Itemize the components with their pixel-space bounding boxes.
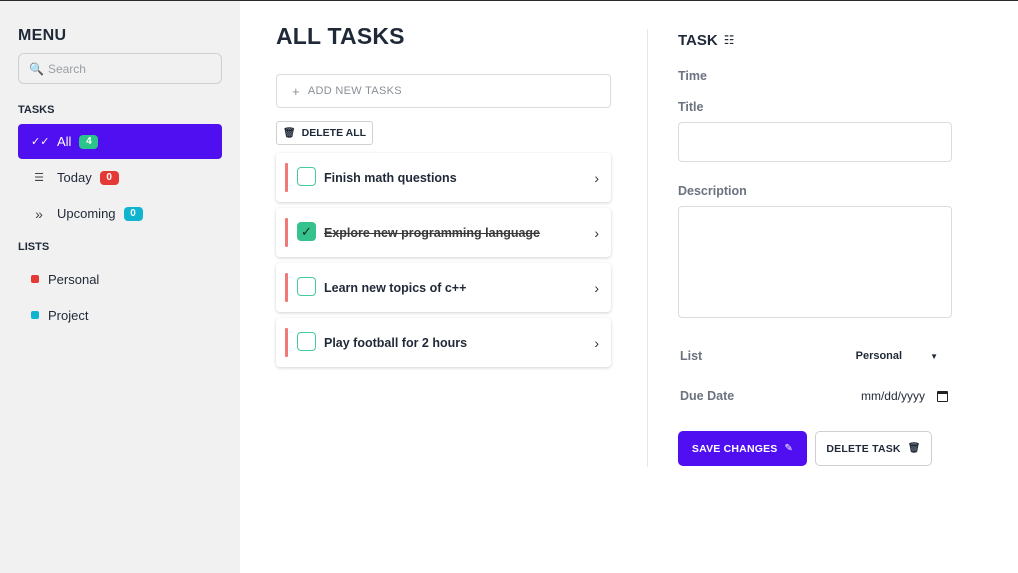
list-select[interactable]: Personal ▼ bbox=[856, 350, 938, 362]
search-icon: 🔍 bbox=[29, 61, 44, 76]
caret-down-icon: ▼ bbox=[930, 351, 938, 361]
double-check-icon: ✓✓ bbox=[31, 136, 50, 148]
priority-bar bbox=[285, 273, 288, 302]
task-item[interactable]: ✓ Explore new programming language › bbox=[276, 208, 611, 257]
task-list: Finish math questions › ✓ Explore new pr… bbox=[276, 153, 612, 367]
due-date-value: mm/dd/yyyy bbox=[860, 389, 925, 403]
task-details-icon: ☷ bbox=[723, 33, 735, 47]
description-label: Description bbox=[678, 184, 747, 198]
panel-actions: SAVE CHANGES ✎ DELETE TASK 🗑 bbox=[678, 431, 952, 466]
sidebar: MENU 🔍 Search TASKS ✓✓ All 4 ☰ Today 0 »… bbox=[0, 1, 240, 573]
menu-title: MENU bbox=[18, 27, 67, 44]
task-label: Learn new topics of c++ bbox=[324, 280, 467, 295]
trash-icon: 🗑 bbox=[282, 127, 296, 139]
panel-title-text: TASK bbox=[678, 31, 718, 49]
delete-task-button[interactable]: DELETE TASK 🗑 bbox=[815, 431, 932, 466]
sidebar-list-project[interactable]: Project bbox=[18, 297, 222, 333]
plus-icon: + bbox=[292, 83, 300, 99]
priority-bar bbox=[285, 218, 288, 247]
task-checkbox[interactable] bbox=[297, 167, 316, 186]
task-label: Explore new programming language bbox=[324, 225, 541, 240]
add-task-input[interactable]: + ADD NEW TASKS bbox=[276, 74, 611, 108]
delete-all-button[interactable]: 🗑 DELETE ALL bbox=[276, 121, 373, 145]
list-row: List Personal ▼ bbox=[678, 336, 952, 376]
task-checkbox[interactable] bbox=[297, 277, 316, 296]
due-date-input[interactable]: mm/dd/yyyy bbox=[861, 389, 948, 403]
page-title: ALL TASKS bbox=[276, 23, 405, 49]
task-label: Play football for 2 hours bbox=[324, 335, 468, 350]
sidebar-item-label: Today bbox=[57, 170, 92, 185]
checkmark-icon: ✓ bbox=[301, 223, 312, 239]
list-label: List bbox=[680, 349, 703, 363]
delete-task-label: DELETE TASK bbox=[826, 442, 901, 455]
sidebar-item-label: All bbox=[57, 134, 72, 149]
sidebar-list-personal[interactable]: Personal bbox=[18, 261, 222, 297]
delete-all-label: DELETE ALL bbox=[301, 127, 367, 139]
panel-divider bbox=[647, 29, 648, 467]
priority-bar bbox=[285, 163, 288, 192]
edit-icon: ✎ bbox=[784, 443, 794, 454]
chevron-right-icon[interactable]: › bbox=[594, 280, 599, 296]
lists-section-label: LISTS bbox=[18, 241, 50, 253]
list-label: Personal bbox=[48, 271, 100, 287]
search-input[interactable]: 🔍 Search bbox=[18, 53, 222, 84]
chevron-right-icon[interactable]: › bbox=[594, 335, 599, 351]
tasks-section-label: TASKS bbox=[18, 104, 55, 116]
task-detail-panel: TASK ☷ Time Title Description List Perso… bbox=[678, 29, 952, 466]
search-placeholder: Search bbox=[47, 61, 86, 76]
sidebar-item-all[interactable]: ✓✓ All 4 bbox=[18, 124, 222, 159]
title-label: Title bbox=[678, 100, 704, 114]
double-chevron-right-icon: » bbox=[35, 205, 43, 222]
task-item[interactable]: Learn new topics of c++ › bbox=[276, 263, 611, 312]
task-checkbox[interactable] bbox=[297, 332, 316, 351]
color-dot bbox=[31, 275, 39, 283]
count-badge: 4 bbox=[79, 134, 99, 149]
task-checkbox[interactable]: ✓ bbox=[297, 222, 316, 241]
panel-title: TASK ☷ bbox=[678, 29, 952, 51]
add-task-placeholder: ADD NEW TASKS bbox=[307, 85, 402, 97]
due-date-label: Due Date bbox=[680, 389, 735, 403]
list-label: Project bbox=[48, 307, 89, 323]
calendar-icon[interactable] bbox=[937, 390, 948, 402]
task-list-panel: ALL TASKS + ADD NEW TASKS 🗑 DELETE ALL F… bbox=[276, 23, 612, 373]
list-select-value: Personal bbox=[855, 350, 903, 362]
task-item[interactable]: Play football for 2 hours › bbox=[276, 318, 611, 367]
count-badge: 0 bbox=[99, 170, 119, 185]
sidebar-item-today[interactable]: ☰ Today 0 bbox=[18, 160, 222, 195]
task-item[interactable]: Finish math questions › bbox=[276, 153, 611, 202]
count-badge: 0 bbox=[123, 206, 143, 221]
time-label: Time bbox=[678, 69, 707, 83]
save-changes-button[interactable]: SAVE CHANGES ✎ bbox=[678, 431, 807, 466]
due-date-row: Due Date mm/dd/yyyy bbox=[678, 376, 952, 416]
trash-icon: 🗑 bbox=[907, 443, 921, 454]
color-dot bbox=[31, 311, 39, 319]
chevron-right-icon[interactable]: › bbox=[594, 170, 599, 186]
title-input[interactable] bbox=[678, 122, 952, 162]
sidebar-item-label: Upcoming bbox=[57, 206, 116, 221]
chevron-right-icon[interactable]: › bbox=[594, 225, 599, 241]
description-textarea[interactable] bbox=[678, 206, 952, 318]
list-icon: ☰ bbox=[34, 172, 44, 184]
task-label: Finish math questions bbox=[324, 170, 457, 185]
save-changes-label: SAVE CHANGES bbox=[691, 442, 778, 455]
sidebar-item-upcoming[interactable]: » Upcoming 0 bbox=[18, 196, 222, 231]
priority-bar bbox=[285, 328, 288, 357]
